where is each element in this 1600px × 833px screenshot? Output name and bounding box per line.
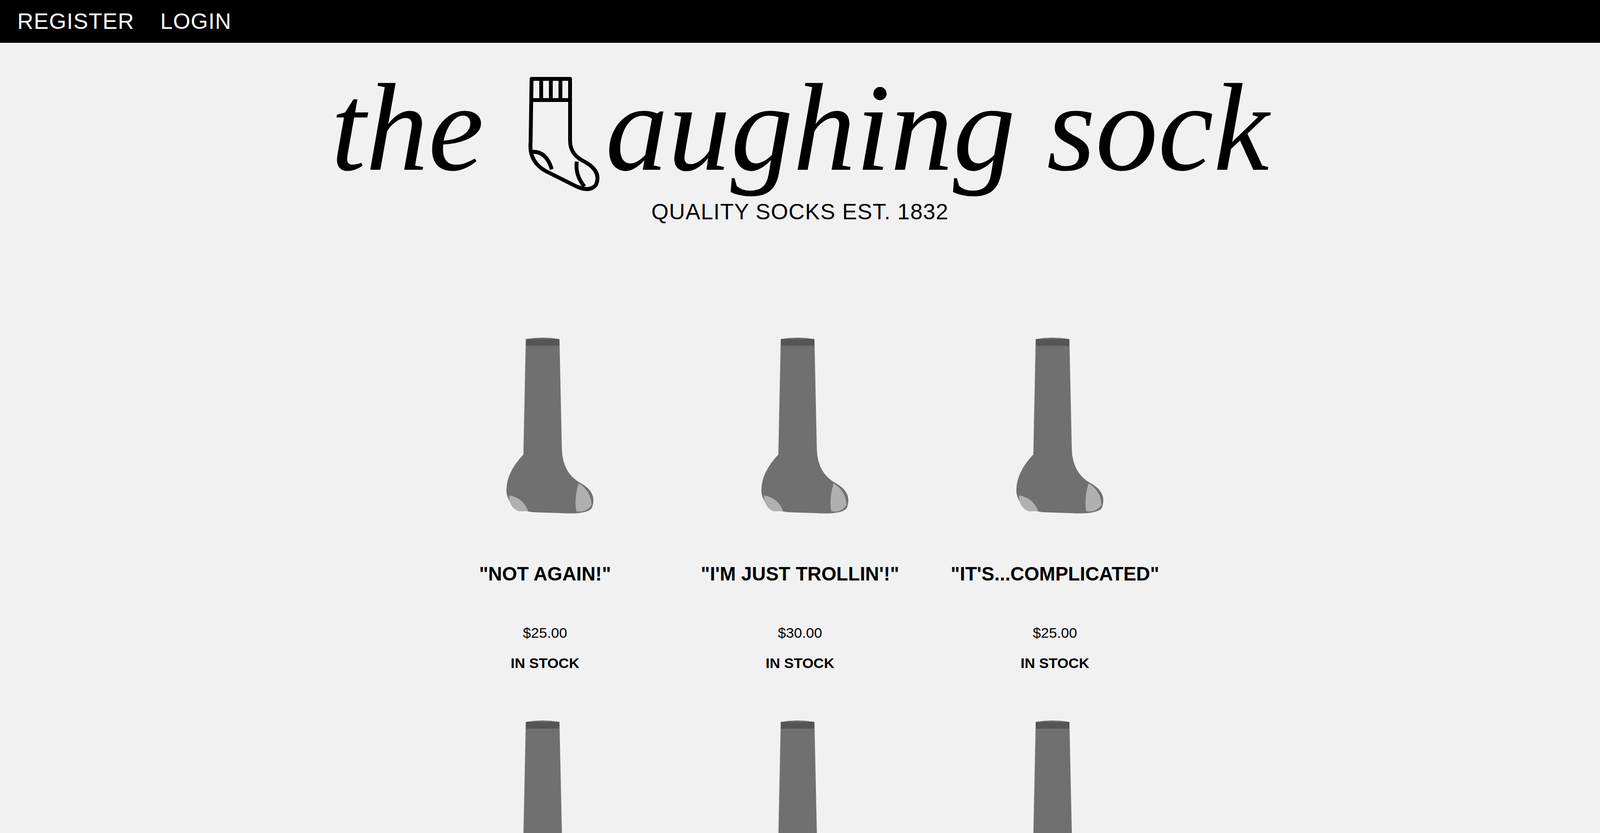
- nav-link[interactable]: LOGIN: [160, 4, 232, 39]
- stock-status: IN STOCK: [1020, 652, 1090, 674]
- product-grid: "NOT AGAIN!"$25.00IN STOCK"I'M JUST TROL…: [0, 334, 1600, 833]
- product-title[interactable]: "I'M JUST TROLLIN'!": [700, 559, 900, 589]
- page: REGISTERLOGINthe aughing sockQUALITY SOC…: [0, 0, 1600, 833]
- product-price: $25.00: [522, 622, 568, 644]
- product-image[interactable]: [999, 717, 1111, 833]
- top-nav: REGISTER LOGIN: [0, 0, 1600, 43]
- stock-status: IN STOCK: [765, 652, 835, 674]
- product-card[interactable]: [672, 717, 928, 833]
- product-title[interactable]: "NOT AGAIN!": [479, 559, 611, 589]
- product-image[interactable]: [744, 334, 856, 518]
- product-price: $25.00: [1032, 622, 1078, 644]
- brand-header: the aughing sockQUALITY SOCKS EST. 1832: [0, 42, 1600, 229]
- product-image[interactable]: [744, 717, 856, 833]
- logo-text: aughing sock: [605, 62, 1270, 194]
- product-card[interactable]: [927, 717, 1183, 833]
- product-image[interactable]: [489, 717, 601, 833]
- logo-text: the: [330, 62, 516, 194]
- product-card[interactable]: [417, 717, 673, 833]
- product-image[interactable]: [489, 334, 601, 518]
- sock-logo-icon: [517, 73, 604, 194]
- product-card[interactable]: "NOT AGAIN!" $25.00 IN STOCK: [417, 334, 673, 674]
- product-title[interactable]: "IT'S...COMPLICATED": [950, 559, 1159, 589]
- product-card[interactable]: "I'M JUST TROLLIN'!" $30.00 IN STOCK: [672, 334, 928, 674]
- product-card[interactable]: "IT'S...COMPLICATED" $25.00 IN STOCK: [927, 334, 1183, 674]
- logo: the aughing sock: [330, 62, 1270, 194]
- tagline: QUALITY SOCKS EST. 1832: [651, 195, 949, 229]
- product-image[interactable]: [999, 334, 1111, 518]
- nav-link[interactable]: REGISTER: [17, 4, 135, 39]
- product-price: $30.00: [777, 622, 823, 644]
- stock-status: IN STOCK: [510, 652, 580, 674]
